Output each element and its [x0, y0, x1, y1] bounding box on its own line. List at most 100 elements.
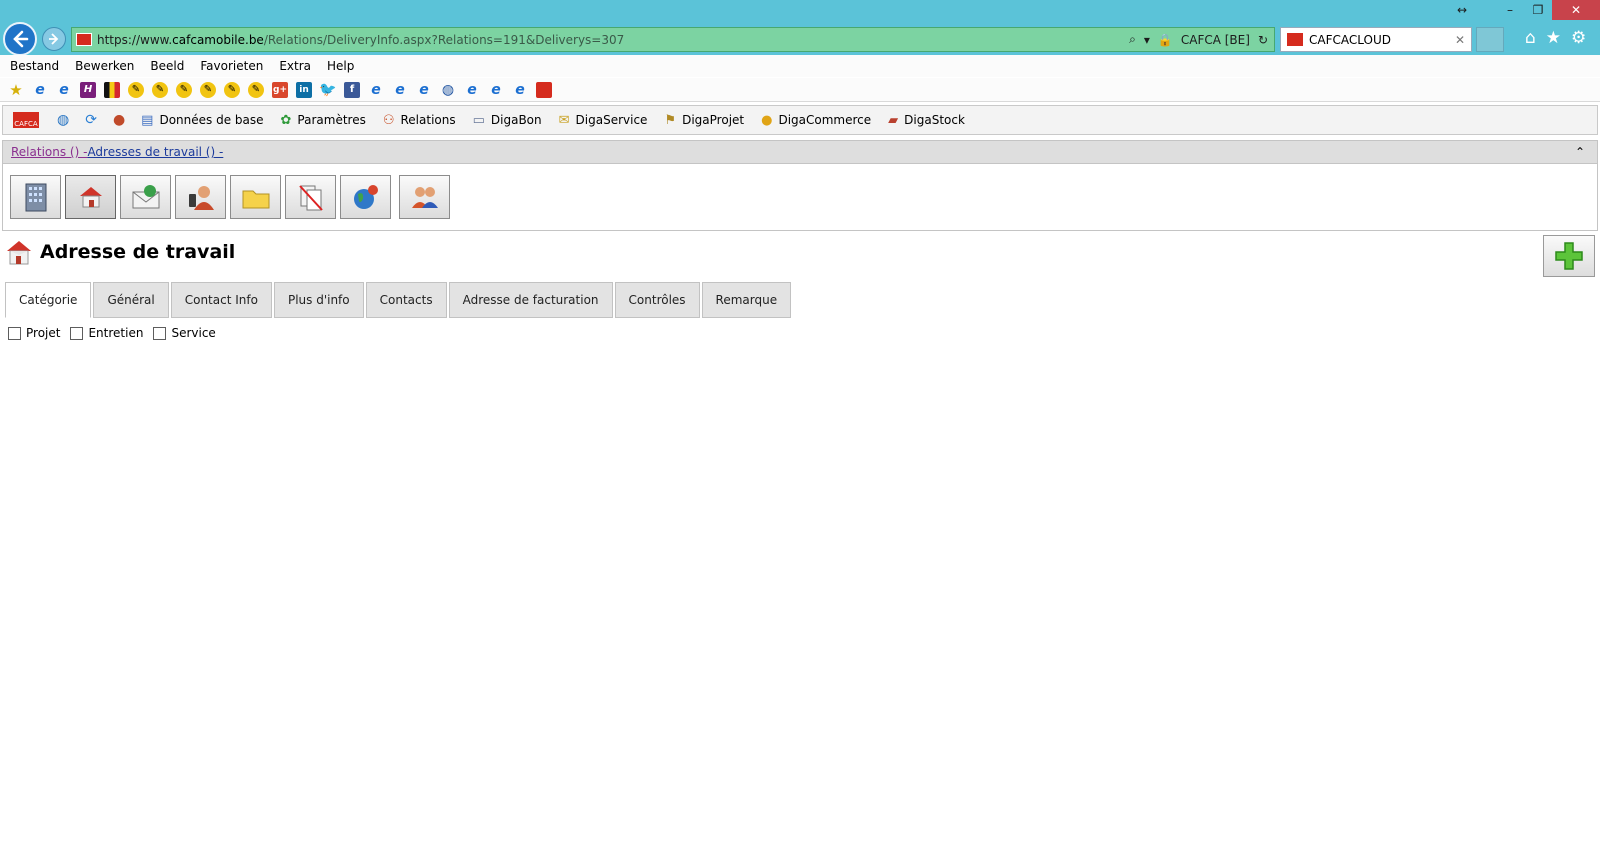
wasp-icon[interactable]: ✎: [176, 81, 192, 98]
dropdown-icon[interactable]: ▾: [1144, 33, 1150, 47]
wasp-icon[interactable]: ✎: [128, 81, 144, 98]
checkbox-entretien[interactable]: Entretien: [70, 326, 143, 340]
tab-remarque[interactable]: Remarque: [701, 282, 792, 318]
settings-gear-icon[interactable]: ⚙: [1571, 28, 1586, 48]
sync-icon[interactable]: ⟳: [85, 112, 97, 128]
settings-icon: ✿: [280, 112, 292, 128]
menu-bewerken[interactable]: Bewerken: [75, 59, 134, 73]
ie-page-icon[interactable]: e: [512, 82, 528, 98]
ie-page-icon[interactable]: e: [56, 82, 72, 98]
toolbar-digacommerce[interactable]: ● DigaCommerce: [761, 113, 871, 128]
checkbox-box[interactable]: [8, 326, 21, 340]
tab-controles[interactable]: Contrôles: [614, 282, 700, 318]
home-icon[interactable]: ⌂: [1525, 28, 1536, 48]
toolbar-relations[interactable]: ⚇ Relations: [383, 113, 456, 128]
google-plus-icon[interactable]: g+: [272, 81, 288, 98]
linkedin-icon[interactable]: in: [296, 81, 312, 98]
menu-help[interactable]: Help: [327, 59, 354, 73]
folder-icon[interactable]: [230, 175, 281, 219]
ie-page-icon[interactable]: e: [464, 82, 480, 98]
browser-titlebar: ↔ – ❐ ✕ https://www.cafcamobile.be/Relat…: [0, 0, 1600, 56]
tab-contacts[interactable]: Contacts: [365, 282, 447, 318]
breadcrumb-relations[interactable]: Relations () -: [11, 145, 87, 159]
toolbar-parametres[interactable]: ✿ Paramètres: [281, 113, 366, 128]
app-toolbar: CAFCA ◍ ⟳ ● ▤ Données de base ✿ Paramètres…: [2, 105, 1598, 135]
user-icon[interactable]: ●: [113, 112, 125, 128]
toolbar-digastock[interactable]: ▰ DigaStock: [888, 113, 965, 128]
back-button[interactable]: [3, 22, 37, 56]
forward-button[interactable]: [42, 27, 66, 51]
group-icon[interactable]: [399, 175, 450, 219]
checkbox-projet[interactable]: Projet: [8, 326, 60, 340]
resize-icon[interactable]: ↔: [1440, 0, 1484, 20]
tab-contact-info[interactable]: Contact Info: [170, 282, 272, 318]
service-icon: ✉: [558, 112, 570, 128]
ie-page-icon[interactable]: e: [368, 82, 384, 98]
globe-user-icon[interactable]: [340, 175, 391, 219]
favorites-bar: ★ e e H ✎ ✎ ✎ ✎ ✎ ✎ g+ in 🐦 f e e e ◍ e …: [0, 78, 1600, 102]
browser-tab[interactable]: CAFCACLOUD ✕: [1280, 27, 1472, 52]
menu-extra[interactable]: Extra: [279, 59, 311, 73]
tab-general[interactable]: Général: [93, 282, 169, 318]
tab-close-icon[interactable]: ✕: [1455, 33, 1465, 47]
globe-app-icon[interactable]: ◍: [57, 112, 69, 128]
refresh-icon[interactable]: ↻: [1258, 33, 1268, 47]
new-tab-button[interactable]: [1476, 27, 1504, 52]
wasp-icon[interactable]: ✎: [224, 81, 240, 98]
cafca-logo-icon[interactable]: [536, 81, 552, 98]
checkbox-box[interactable]: [70, 326, 84, 340]
ie-page-icon[interactable]: e: [416, 82, 432, 98]
stock-icon: ▰: [888, 112, 899, 128]
contact-phone-icon[interactable]: [175, 175, 226, 219]
toolbar-donnees-de-base[interactable]: ▤ Données de base: [141, 113, 263, 128]
cafca-logo[interactable]: CAFCA: [13, 112, 39, 128]
collapse-up-icon[interactable]: ⌃: [1575, 145, 1585, 159]
people-icon: ⚇: [382, 112, 395, 128]
house-heading-icon: [4, 238, 34, 266]
facebook-icon[interactable]: f: [344, 81, 360, 98]
arrow-left-icon: [13, 30, 29, 48]
cert-label[interactable]: CAFCA [BE]: [1181, 33, 1250, 47]
project-icon: ⚑: [664, 112, 677, 128]
globe-icon[interactable]: ◍: [440, 82, 456, 98]
ie-page-icon[interactable]: e: [392, 82, 408, 98]
toolbar-digaservice[interactable]: ✉ DigaService: [559, 113, 648, 128]
coin-icon: ●: [761, 112, 773, 128]
search-icon[interactable]: ⌕: [1129, 32, 1136, 47]
site-favicon: [76, 33, 92, 46]
document-no-icon[interactable]: [285, 175, 336, 219]
document-icon: ▭: [472, 112, 485, 128]
browser-icons: ⌂ ★ ⚙: [1525, 28, 1586, 48]
menu-beeld[interactable]: Beeld: [150, 59, 184, 73]
wasp-icon[interactable]: ✎: [200, 81, 216, 98]
add-button[interactable]: [1543, 235, 1595, 277]
house-icon[interactable]: [65, 175, 116, 219]
tab-categorie[interactable]: Catégorie: [5, 282, 92, 318]
url-text[interactable]: https://www.cafcamobile.be/Relations/Del…: [97, 33, 624, 47]
checkbox-box[interactable]: [153, 326, 167, 340]
ie-page-icon[interactable]: e: [488, 82, 504, 98]
toolbar-digabon[interactable]: ▭ DigaBon: [473, 113, 542, 128]
tab-plus-dinfo[interactable]: Plus d'info: [273, 282, 364, 318]
category-checkboxes: Projet Entretien Service: [8, 326, 226, 340]
menu-bar: Bestand Bewerken Beeld Favorieten Extra …: [0, 55, 1600, 77]
ie-page-icon[interactable]: e: [32, 82, 48, 98]
h-logo-icon[interactable]: H: [80, 81, 96, 98]
address-bar[interactable]: https://www.cafcamobile.be/Relations/Del…: [71, 27, 1275, 52]
checkbox-service[interactable]: Service: [153, 326, 216, 340]
favorites-star-icon[interactable]: ★: [1546, 28, 1561, 48]
twitter-icon[interactable]: 🐦: [319, 82, 336, 98]
lock-icon[interactable]: 🔒: [1158, 33, 1173, 47]
belgium-flag-icon[interactable]: [104, 81, 120, 98]
wasp-icon[interactable]: ✎: [152, 81, 168, 98]
toolbar-digaprojet[interactable]: ⚑ DigaProjet: [664, 113, 744, 128]
tab-adresse-de-facturation[interactable]: Adresse de facturation: [448, 282, 613, 318]
envelope-icon[interactable]: [120, 175, 171, 219]
star-add-icon[interactable]: ★: [8, 81, 24, 99]
building-icon[interactable]: [10, 175, 61, 219]
close-window-button[interactable]: ✕: [1552, 0, 1600, 20]
breadcrumb-adresses[interactable]: Adresses de travail () -: [87, 145, 223, 159]
menu-bestand[interactable]: Bestand: [10, 59, 59, 73]
wasp-icon[interactable]: ✎: [248, 81, 264, 98]
menu-favorieten[interactable]: Favorieten: [200, 59, 263, 73]
